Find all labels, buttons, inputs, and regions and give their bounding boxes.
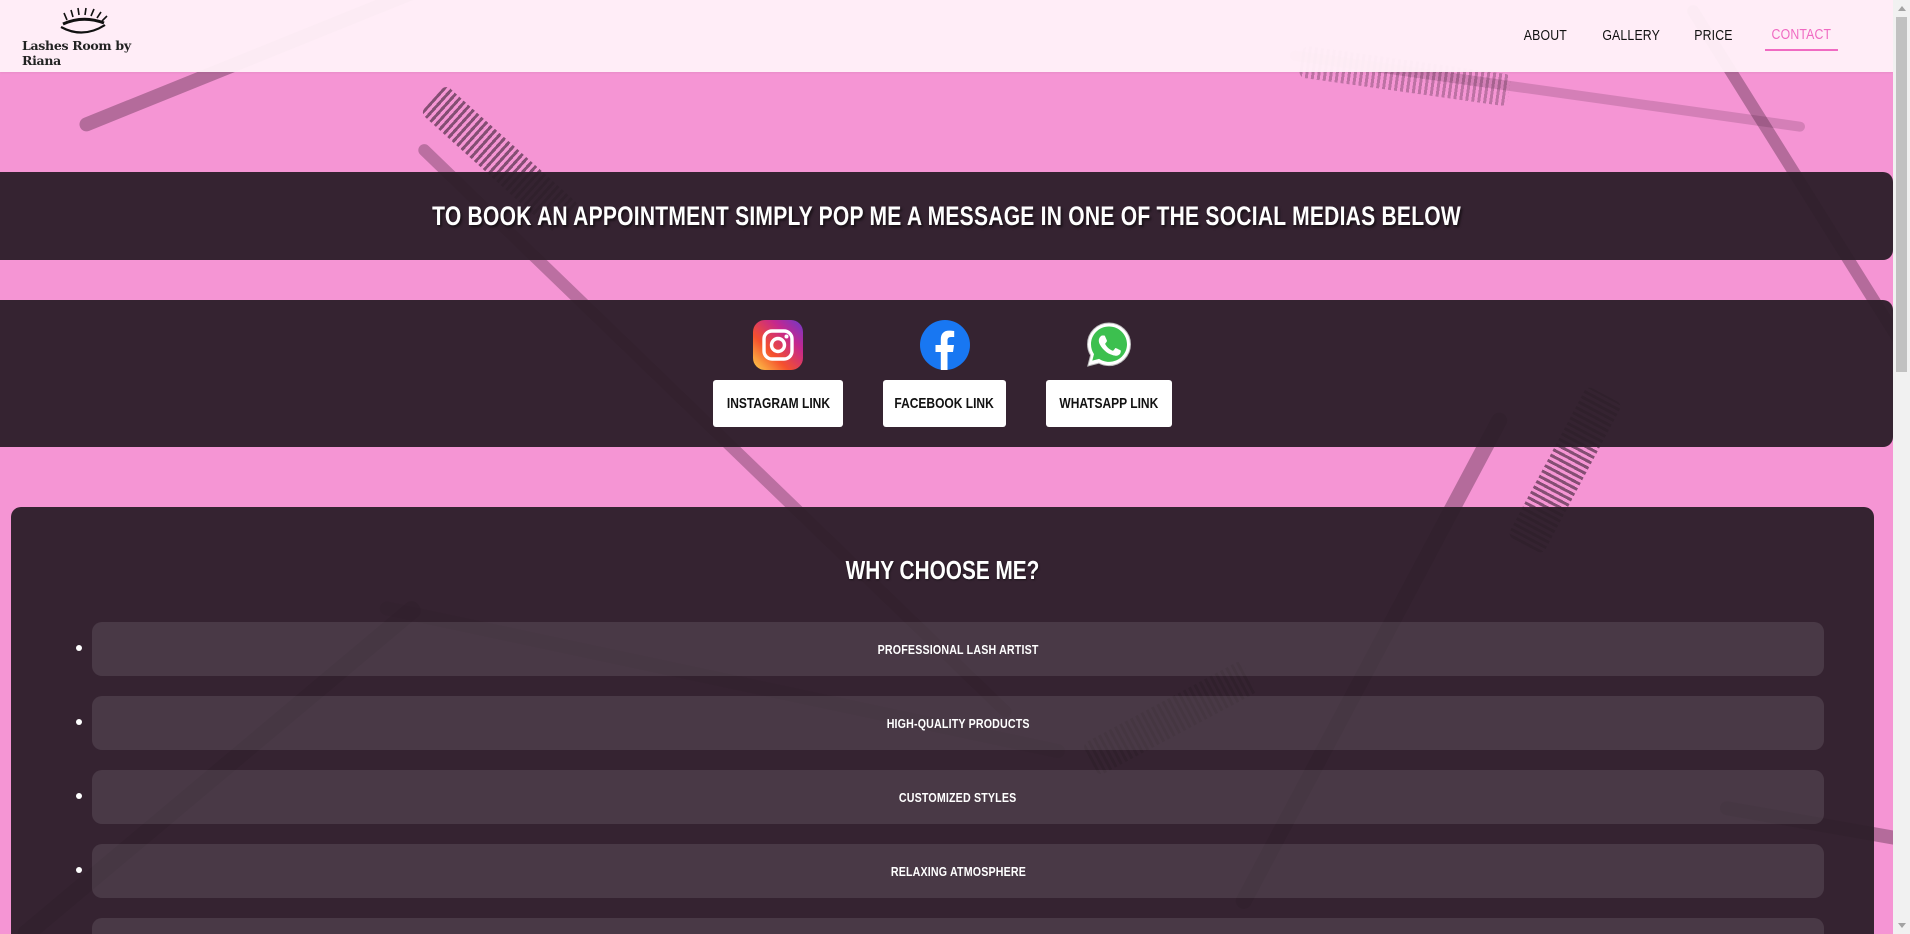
nav-about[interactable]: ABOUT [1521,23,1571,50]
scroll-down-arrow-icon[interactable] [1893,917,1910,934]
list-item: CUSTOMIZED STYLES [76,770,1824,824]
list-item: HIGH-QUALITY PRODUCTS [76,696,1824,750]
instagram-link-button[interactable]: INSTAGRAM LINK [713,380,843,427]
site-header: Lashes Room by Riana ABOUT GALLERY PRICE… [0,0,1893,72]
scroll-up-arrow-icon[interactable] [1893,0,1910,17]
whatsapp-icon[interactable] [1084,320,1134,370]
facebook-link-button[interactable]: FACEBOOK LINK [883,380,1006,427]
instagram-icon[interactable] [753,320,803,370]
brand-logo[interactable]: Lashes Room by Riana [22,5,144,68]
nav-price[interactable]: PRICE [1691,23,1736,50]
why-title: WHY CHOOSE ME? [845,555,1040,585]
nav-contact[interactable]: CONTACT [1765,22,1839,51]
booking-heading: TO BOOK AN APPOINTMENT SIMPLY POP ME A M… [432,200,1461,231]
social-item-facebook: FACEBOOK LINK [883,320,1006,427]
page-scrollbar[interactable] [1893,0,1910,934]
eyelash-icon [60,7,108,34]
nav-gallery[interactable]: GALLERY [1599,23,1663,50]
bullet [76,867,82,873]
bullet [76,645,82,651]
main-nav: ABOUT GALLERY PRICE CONTACT [1515,22,1846,51]
why-choose-me-panel: WHY CHOOSE ME? PROFESSIONAL LASH ARTIST … [11,507,1874,934]
bullet [76,793,82,799]
scrollbar-thumb[interactable] [1896,17,1907,372]
social-links-panel: INSTAGRAM LINK FACEBOOK LINK WHATSAPP LI… [0,300,1893,447]
whatsapp-link-button[interactable]: WHATSAPP LINK [1046,380,1172,427]
brand-name: Lashes Room by Riana [22,37,131,68]
social-item-instagram: INSTAGRAM LINK [713,320,843,427]
list-item: PROFESSIONAL LASH ARTIST [76,622,1824,676]
booking-banner: TO BOOK AN APPOINTMENT SIMPLY POP ME A M… [0,172,1893,260]
facebook-icon[interactable] [919,320,970,370]
social-item-whatsapp: WHATSAPP LINK [1046,320,1172,427]
bullet [76,719,82,725]
list-item: RELAXING ATMOSPHERE [76,844,1824,898]
list-item [92,918,1824,934]
